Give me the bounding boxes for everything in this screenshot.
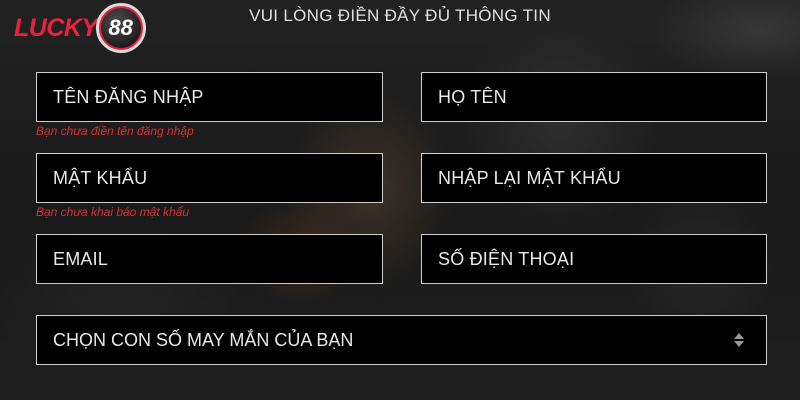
password-placeholder: MẬT KHẨU xyxy=(53,167,148,188)
password-field[interactable]: MẬT KHẨU xyxy=(36,153,383,203)
phone-placeholder: SỐ ĐIỆN THOẠI xyxy=(438,248,575,269)
updown-arrows-icon xyxy=(734,333,744,347)
password-error: Bạn chưa khai báo mật khẩu xyxy=(36,205,190,219)
username-placeholder: TÊN ĐĂNG NHẬP xyxy=(53,86,204,107)
fullname-field[interactable]: HỌ TÊN xyxy=(421,72,767,122)
username-error: Bạn chưa điền tên đăng nhập xyxy=(36,124,194,138)
phone-field[interactable]: SỐ ĐIỆN THOẠI xyxy=(421,234,767,284)
password-confirm-placeholder: NHẬP LẠI MẬT KHẨU xyxy=(438,167,621,188)
password-confirm-field[interactable]: NHẬP LẠI MẬT KHẨU xyxy=(421,153,767,203)
lucky-number-select-value: CHỌN CON SỐ MAY MẮN CỦA BẠN xyxy=(53,329,354,350)
form-heading: VUI LÒNG ĐIỀN ĐẦY ĐỦ THÔNG TIN xyxy=(249,6,551,25)
email-placeholder: EMAIL xyxy=(53,248,109,269)
fullname-placeholder: HỌ TÊN xyxy=(438,86,507,107)
username-field[interactable]: TÊN ĐĂNG NHẬP xyxy=(36,72,383,122)
lucky-number-select[interactable]: CHỌN CON SỐ MAY MẮN CỦA BẠN xyxy=(36,315,767,365)
email-field[interactable]: EMAIL xyxy=(36,234,383,284)
